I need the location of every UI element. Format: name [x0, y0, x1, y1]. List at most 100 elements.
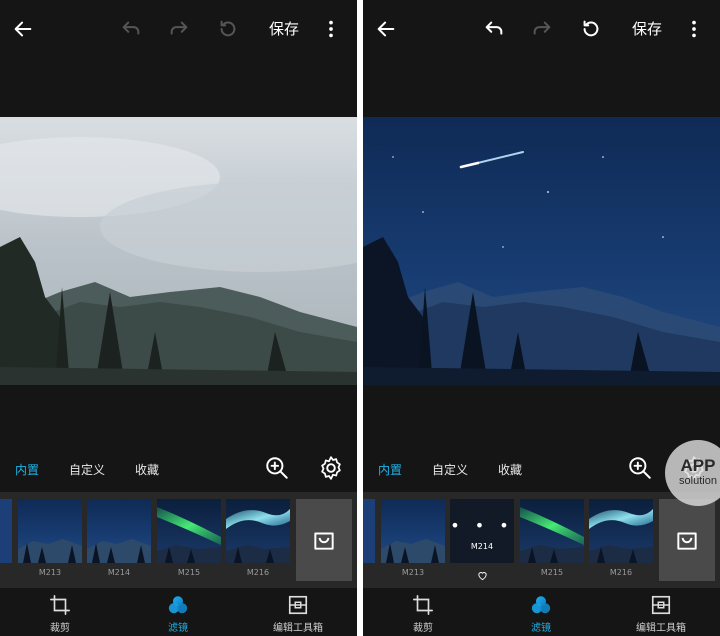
nav-toolbox-label: 编辑工具箱	[273, 623, 323, 634]
editor-screen-before: 保存 内置 自定义 收藏 M213 M214 M215 M216 裁剪 滤镜 编…	[0, 0, 357, 636]
filter-thumb-m213[interactable]	[18, 499, 82, 563]
tab-favorites[interactable]: 收藏	[135, 461, 159, 478]
filter-preview	[381, 499, 445, 563]
filter-strip: M213 M214 M215 M216	[0, 492, 357, 588]
crop-icon	[50, 595, 70, 615]
save-button[interactable]: 保存	[269, 18, 299, 39]
more-vert-icon	[692, 20, 696, 38]
filter-thumb-partial[interactable]	[0, 499, 12, 563]
nav-filter[interactable]: 滤镜	[133, 594, 223, 634]
filter-thumb-m214[interactable]	[87, 499, 151, 563]
more-vert-icon	[329, 20, 333, 38]
selected-filter-name: M214	[470, 541, 494, 551]
filter-preview	[18, 499, 82, 563]
shopping-bag-icon	[314, 532, 334, 550]
top-toolbar: 保存	[363, 0, 720, 58]
filter-label: M213	[38, 568, 62, 577]
nav-crop[interactable]: 裁剪	[15, 594, 105, 634]
filter-preview	[87, 499, 151, 563]
zoom-in-icon	[266, 457, 288, 479]
reset-button[interactable]	[213, 14, 243, 44]
redo-button[interactable]	[164, 14, 194, 44]
filter-preview	[226, 499, 290, 563]
filter-thumb-m215[interactable]	[157, 499, 221, 563]
tab-builtin[interactable]: 内置	[378, 461, 402, 478]
zoom-in-icon	[629, 457, 651, 479]
heart-icon	[477, 572, 487, 581]
filter-store-button[interactable]	[296, 499, 352, 581]
favorite-button[interactable]	[450, 566, 514, 585]
nav-toolbox[interactable]: 编辑工具箱	[253, 594, 343, 634]
shopping-bag-icon	[677, 532, 697, 550]
more-button[interactable]	[679, 14, 709, 44]
selected-filter-overlay: • • • M214	[450, 499, 514, 563]
editor-screen-after: 保存 内置 自定义 收藏 M213 • • • M214 M215 M216 裁…	[363, 0, 720, 636]
arrow-left-icon	[14, 21, 32, 37]
settings-button[interactable]	[318, 455, 344, 481]
nav-filter-label: 滤镜	[168, 623, 188, 634]
tab-custom[interactable]: 自定义	[69, 461, 105, 478]
redo-icon	[170, 21, 188, 35]
more-button[interactable]	[316, 14, 346, 44]
comparison-screens: 保存 内置 自定义 收藏 M213 M214 M215 M216 裁剪 滤镜 编…	[0, 0, 720, 636]
photo-preview[interactable]	[0, 117, 357, 385]
bottom-nav: 裁剪 滤镜 编辑工具箱	[0, 588, 357, 636]
filter-tabs: 内置 自定义 收藏	[0, 452, 357, 486]
reset-icon	[220, 20, 236, 37]
filter-thumb-m213[interactable]	[381, 499, 445, 563]
tab-favorites[interactable]: 收藏	[498, 461, 522, 478]
filter-label: M214	[107, 568, 131, 577]
filter-label: M215	[177, 568, 201, 577]
nav-toolbox-label: 编辑工具箱	[636, 623, 686, 634]
nav-toolbox[interactable]: 编辑工具箱	[616, 594, 706, 634]
filter-store-button[interactable]	[659, 499, 715, 581]
landscape-photo	[0, 117, 357, 385]
redo-button[interactable]	[527, 14, 557, 44]
toolbox-icon	[288, 595, 308, 615]
filter-strip: M213 • • • M214 M215 M216	[363, 492, 720, 588]
filter-label: M215	[540, 568, 564, 577]
filter-preview	[0, 499, 12, 563]
filter-thumb-m215[interactable]	[520, 499, 584, 563]
back-button[interactable]	[8, 14, 38, 44]
reset-button[interactable]	[576, 14, 606, 44]
nav-filter[interactable]: 滤镜	[496, 594, 586, 634]
filter-circles-icon	[168, 596, 188, 614]
save-button[interactable]: 保存	[632, 18, 662, 39]
crop-icon	[413, 595, 433, 615]
landscape-photo-filtered	[363, 117, 720, 385]
filter-label: M213	[401, 568, 425, 577]
nav-crop-label: 裁剪	[413, 623, 433, 634]
filter-label: M216	[609, 568, 633, 577]
filter-thumb-m216[interactable]	[589, 499, 653, 563]
undo-button[interactable]	[116, 14, 146, 44]
filter-label: M216	[246, 568, 270, 577]
zoom-in-button[interactable]	[264, 455, 290, 481]
nav-crop[interactable]: 裁剪	[378, 594, 468, 634]
watermark-line2: solution	[679, 475, 717, 487]
filter-thumb-partial[interactable]	[363, 499, 375, 563]
filter-thumb-m216[interactable]	[226, 499, 290, 563]
redo-icon	[533, 21, 551, 35]
gear-icon	[321, 456, 341, 480]
undo-icon	[485, 21, 503, 35]
back-button[interactable]	[371, 14, 401, 44]
undo-button[interactable]	[479, 14, 509, 44]
tab-custom[interactable]: 自定义	[432, 461, 468, 478]
photo-preview[interactable]	[363, 117, 720, 385]
filter-preview	[589, 499, 653, 563]
tab-builtin[interactable]: 内置	[15, 461, 39, 478]
toolbox-icon	[651, 595, 671, 615]
filter-thumb-m214-selected[interactable]: • • • M214	[450, 499, 514, 563]
nav-filter-label: 滤镜	[531, 623, 551, 634]
zoom-in-button[interactable]	[627, 455, 653, 481]
filter-circles-icon	[531, 596, 551, 614]
filter-options-button[interactable]: • • •	[450, 517, 513, 534]
filter-preview	[157, 499, 221, 563]
watermark-line1: APP	[680, 456, 716, 475]
filter-preview	[363, 499, 375, 563]
bottom-nav: 裁剪 滤镜 编辑工具箱	[363, 588, 720, 636]
top-toolbar: 保存	[0, 0, 357, 58]
arrow-left-icon	[377, 21, 395, 37]
nav-crop-label: 裁剪	[50, 623, 70, 634]
